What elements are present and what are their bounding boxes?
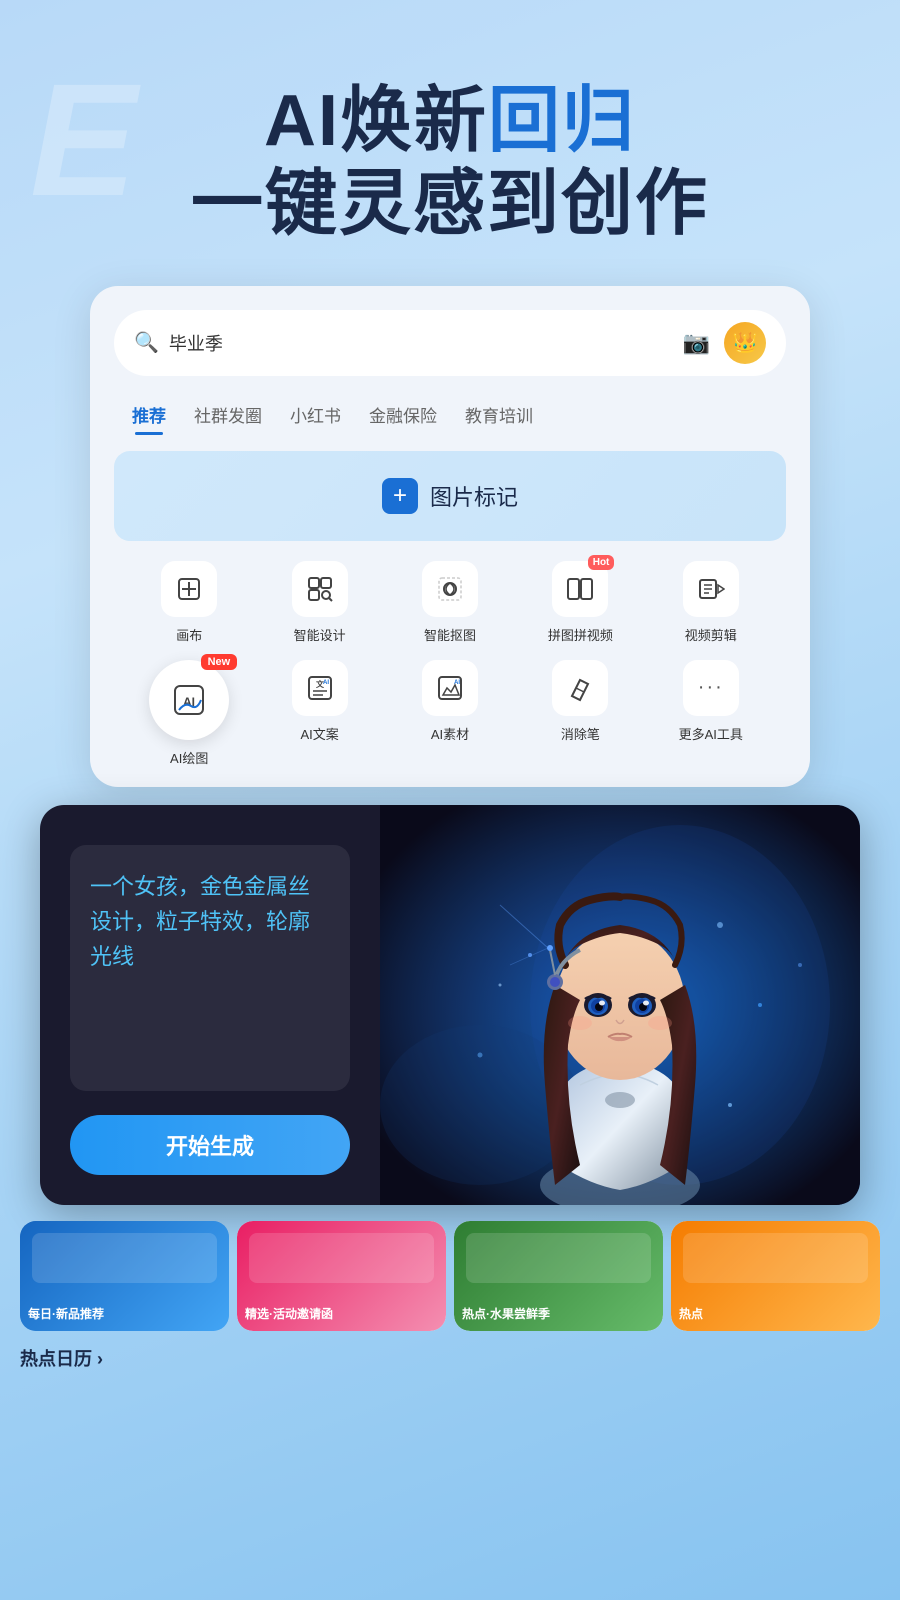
search-icon: 🔍 — [134, 330, 159, 355]
more-dots-icon: ··· — [698, 676, 724, 699]
plus-button[interactable]: + — [382, 478, 418, 514]
thumb-fruit[interactable]: 热点·水果尝鲜季 — [454, 1221, 663, 1331]
image-mark-label: 图片标记 — [430, 480, 518, 512]
collage-icon-wrap: Hot — [552, 561, 608, 617]
plus-icon: + — [393, 482, 407, 510]
ai-drawing-label: AI绘图 — [170, 748, 208, 767]
generate-label: 开始生成 — [166, 1129, 254, 1161]
smart-cutout-icon-wrap — [422, 561, 478, 617]
bg-decoration: E — [30, 60, 137, 220]
svg-text:AI: AI — [454, 680, 460, 686]
video-edit-icon-wrap — [683, 561, 739, 617]
tools-row1: 画布 智能设计 智能抠图 — [114, 561, 786, 644]
tools-row2: AI New AI绘图 文 AI AI文案 — [114, 660, 786, 767]
ai-demo-card: 一个女孩，金色金属丝设计，粒子特效，轮廓光线 开始生成 — [40, 805, 860, 1205]
smart-design-icon-wrap — [292, 561, 348, 617]
tool-smart-cutout[interactable]: 智能抠图 — [385, 561, 515, 644]
thumbnails-row: 每日·新品推荐 精选·活动邀请函 热点·水果尝鲜季 热点 — [0, 1205, 900, 1331]
tool-ai-text[interactable]: 文 AI AI文案 — [254, 660, 384, 767]
tool-ai-drawing[interactable]: AI New AI绘图 — [124, 660, 254, 767]
smart-design-label: 智能设计 — [294, 625, 346, 644]
tool-collage-video[interactable]: Hot 拼图拼视频 — [515, 561, 645, 644]
thumb-hot[interactable]: 热点 — [671, 1221, 880, 1331]
tool-ai-material[interactable]: AI AI素材 — [385, 660, 515, 767]
canvas-icon-wrap — [161, 561, 217, 617]
svg-text:AI: AI — [323, 680, 329, 686]
tab-bar: 推荐 社群发圈 小红书 金融保险 教育培训 — [114, 396, 786, 433]
thumb-invitation[interactable]: 精选·活动邀请函 — [237, 1221, 446, 1331]
smart-cutout-label: 智能抠图 — [424, 625, 476, 644]
image-mark-banner[interactable]: + 图片标记 — [114, 451, 786, 541]
thumb4-label: 热点 — [679, 1307, 703, 1323]
hero-section: E AI焕新回归 一键灵感到创作 — [0, 0, 900, 286]
hot-date-label[interactable]: 热点日历 › — [20, 1349, 103, 1369]
thumb1-label: 每日·新品推荐 — [28, 1307, 104, 1323]
ai-girl-image — [380, 805, 860, 1205]
more-ai-label: 更多AI工具 — [679, 724, 743, 743]
tool-video-edit[interactable]: 视频剪辑 — [646, 561, 776, 644]
generate-button[interactable]: 开始生成 — [70, 1115, 350, 1175]
tab-xiaohongshu[interactable]: 小红书 — [276, 396, 355, 433]
new-badge: New — [201, 654, 238, 670]
text-panel: 一个女孩，金色金属丝设计，粒子特效，轮廓光线 开始生成 — [40, 805, 380, 1205]
image-panel — [380, 805, 860, 1205]
collage-video-label: 拼图拼视频 — [548, 625, 613, 644]
video-edit-label: 视频剪辑 — [685, 625, 737, 644]
crown-icon: 👑 — [733, 330, 758, 355]
tool-more-ai[interactable]: ··· 更多AI工具 — [646, 660, 776, 767]
thumb-daily-new[interactable]: 每日·新品推荐 — [20, 1221, 229, 1331]
hot-badge: Hot — [588, 555, 615, 570]
eraser-icon-wrap — [552, 660, 608, 716]
ai-material-label: AI素材 — [431, 724, 469, 743]
tool-canvas[interactable]: 画布 — [124, 561, 254, 644]
canvas-label: 画布 — [176, 625, 202, 644]
more-ai-icon-wrap: ··· — [683, 660, 739, 716]
ai-drawing-circle: AI New — [149, 660, 229, 740]
ai-text-label: AI文案 — [300, 724, 338, 743]
tab-finance[interactable]: 金融保险 — [355, 396, 451, 433]
search-bar[interactable]: 🔍 毕业季 📷 👑 — [114, 310, 786, 376]
camera-icon[interactable]: 📷 — [683, 330, 710, 356]
ai-material-icon-wrap: AI — [422, 660, 478, 716]
app-card: 🔍 毕业季 📷 👑 推荐 社群发圈 小红书 金融保险 教育培训 + 图片标记 — [90, 286, 810, 787]
eraser-label: 消除笔 — [561, 724, 600, 743]
tab-education[interactable]: 教育培训 — [451, 396, 547, 433]
prompt-text-box[interactable]: 一个女孩，金色金属丝设计，粒子特效，轮廓光线 — [70, 845, 350, 1091]
thumb2-label: 精选·活动邀请函 — [245, 1307, 333, 1323]
tab-recommended[interactable]: 推荐 — [118, 396, 180, 433]
search-text: 毕业季 — [169, 330, 683, 356]
hot-date-section: 热点日历 › — [0, 1331, 900, 1371]
thumb3-label: 热点·水果尝鲜季 — [462, 1307, 550, 1323]
ai-text-icon-wrap: 文 AI — [292, 660, 348, 716]
prompt-text: 一个女孩，金色金属丝设计，粒子特效，轮廓光线 — [90, 869, 330, 975]
crown-button[interactable]: 👑 — [724, 322, 766, 364]
tab-social[interactable]: 社群发圈 — [180, 396, 276, 433]
tool-smart-design[interactable]: 智能设计 — [254, 561, 384, 644]
tool-eraser[interactable]: 消除笔 — [515, 660, 645, 767]
